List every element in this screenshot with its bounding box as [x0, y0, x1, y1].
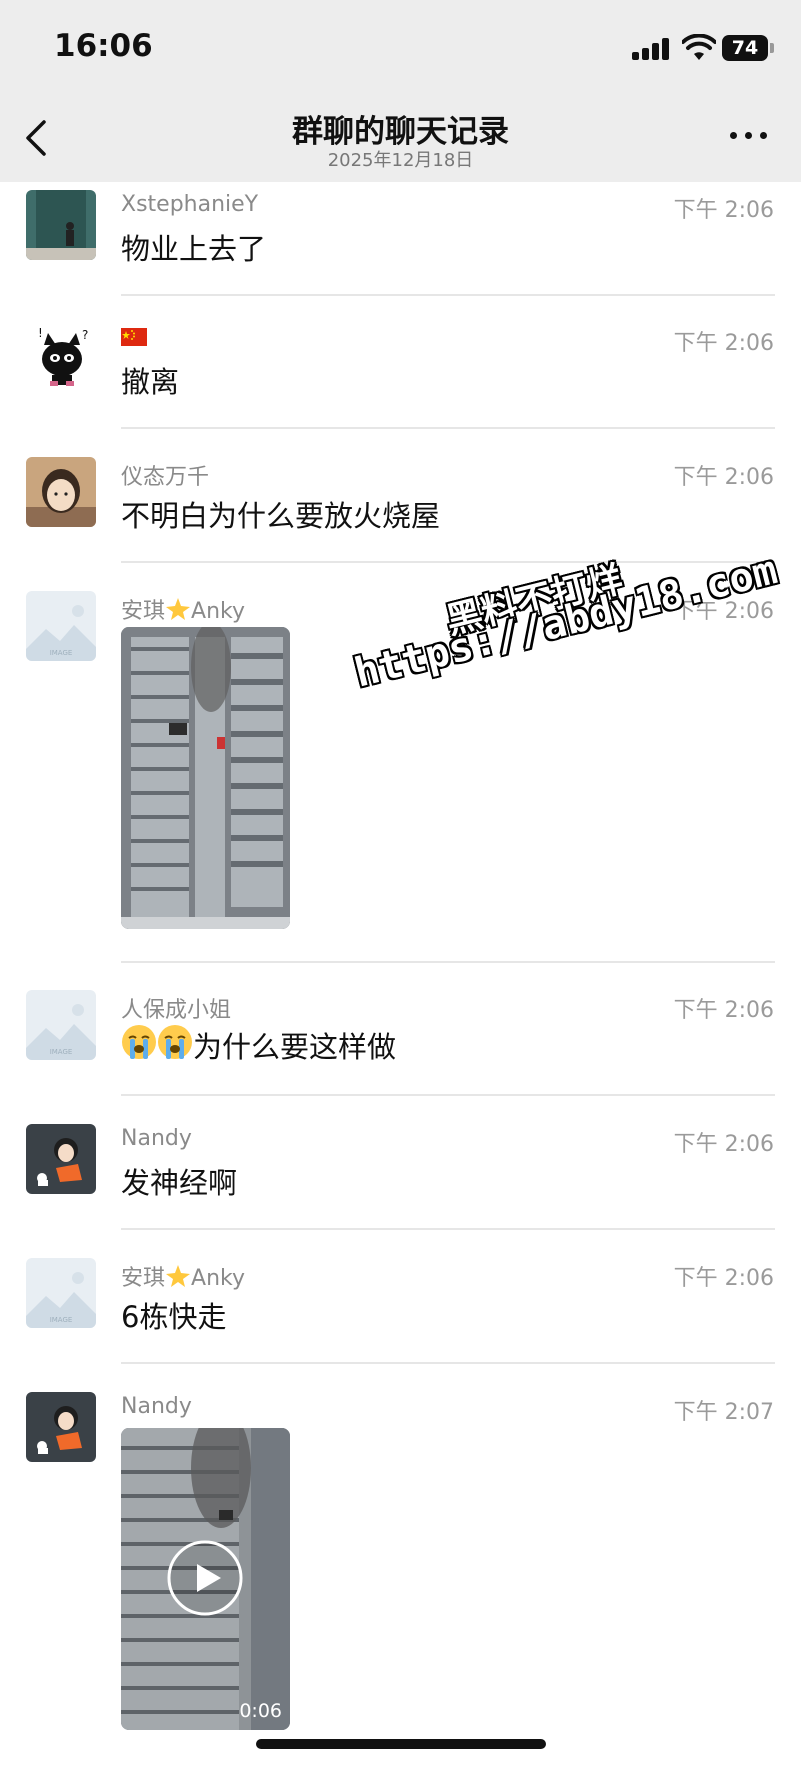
status-time: 16:06: [54, 28, 153, 64]
avatar[interactable]: [26, 190, 96, 260]
message-item[interactable]: 仪态万千 下午 2:06 不明白为什么要放火烧屋: [0, 457, 801, 563]
message-sender: 仪态万千: [121, 465, 210, 490]
sender-name: 安琪: [121, 599, 166, 624]
battery-tip: [770, 43, 774, 53]
message-text[interactable]: 撤离: [121, 359, 179, 401]
message-text[interactable]: 物业上去了: [121, 226, 266, 268]
svg-text:!: !: [38, 326, 43, 340]
building-fire-photo[interactable]: [121, 627, 290, 929]
message-time: 下午 2:06: [673, 465, 774, 490]
more-options-icon[interactable]: [728, 126, 770, 146]
message-time: 下午 2:06: [673, 1266, 774, 1291]
battery-indicator: 74: [722, 35, 768, 61]
divider: [121, 1228, 775, 1230]
message-text-row[interactable]: 为什么要这样做: [121, 1024, 396, 1066]
message-item[interactable]: XstephanieY 下午 2:06 物业上去了: [0, 190, 801, 296]
wifi-icon: [682, 34, 716, 60]
home-indicator[interactable]: [256, 1739, 546, 1749]
divider: [121, 1362, 775, 1364]
placeholder-avatar[interactable]: IMAGE: [26, 591, 96, 661]
divider: [121, 561, 775, 563]
message-time: 下午 2:06: [673, 331, 774, 356]
china-flag-icon: [121, 328, 147, 346]
message-sender: 安琪 Anky: [121, 1260, 245, 1292]
divider: [121, 294, 775, 296]
message-time: 下午 2:07: [673, 1400, 774, 1425]
avatar[interactable]: [26, 1124, 96, 1194]
message-time: 下午 2:06: [673, 1132, 774, 1157]
page-subtitle-date: 2025年12月18日: [327, 150, 474, 171]
message-text[interactable]: 6栋快走: [121, 1294, 226, 1336]
svg-text:IMAGE: IMAGE: [50, 1048, 73, 1056]
message-sender: 安琪 Anky: [121, 593, 245, 625]
divider: [121, 1094, 775, 1096]
sender-name-suffix: Anky: [191, 599, 245, 624]
message-item[interactable]: IMAGE 人保成小姐 下午 2:06 为什么要这样做: [0, 990, 801, 1096]
divider: [121, 427, 775, 429]
message-item[interactable]: Nandy 下午 2:07 0:06: [0, 1392, 801, 1732]
placeholder-avatar[interactable]: IMAGE: [26, 1258, 96, 1328]
avatar[interactable]: ! ?: [26, 323, 96, 393]
video-thumbnail[interactable]: 0:06: [121, 1428, 290, 1730]
message-item[interactable]: IMAGE 安琪 Anky 下午 2:06 6栋快走: [0, 1258, 801, 1364]
page-title: 群聊的聊天记录: [292, 114, 509, 150]
message-text[interactable]: 发神经啊: [121, 1160, 237, 1202]
play-icon[interactable]: [166, 1539, 244, 1617]
message-time: 下午 2:06: [673, 198, 774, 223]
message-sender: Nandy: [121, 1126, 192, 1151]
cellular-signal-icon: [632, 38, 672, 60]
message-sender: XstephanieY: [121, 192, 259, 217]
message-sender: Nandy: [121, 1394, 192, 1419]
message-text[interactable]: 不明白为什么要放火烧屋: [121, 493, 440, 535]
message-time: 下午 2:06: [673, 998, 774, 1023]
message-item[interactable]: Nandy 下午 2:06 发神经啊: [0, 1124, 801, 1230]
sender-name: 安琪: [121, 1266, 166, 1291]
svg-text:IMAGE: IMAGE: [50, 649, 73, 657]
sender-name-suffix: Anky: [191, 1266, 245, 1291]
message-sender: 人保成小姐: [121, 998, 232, 1023]
svg-text:?: ?: [82, 328, 88, 342]
svg-text:IMAGE: IMAGE: [50, 1316, 73, 1324]
divider: [121, 961, 775, 963]
video-duration: 0:06: [239, 1700, 282, 1722]
message-sender: 🇨🇳: [121, 325, 147, 350]
sparkle-star-icon: [166, 1265, 191, 1287]
message-text: 为什么要这样做: [193, 1030, 397, 1064]
loudly-crying-face-icon: [158, 1025, 192, 1059]
avatar[interactable]: [26, 1392, 96, 1462]
top-bar: 16:06 74 群聊的聊天记录 2025年12月18日: [0, 0, 801, 182]
sparkle-star-icon: [166, 598, 191, 620]
placeholder-avatar[interactable]: IMAGE: [26, 990, 96, 1060]
message-item[interactable]: ! ? 🇨🇳 下午 2:06 撤离: [0, 323, 801, 429]
loudly-crying-face-icon: [122, 1025, 156, 1059]
avatar[interactable]: [26, 457, 96, 527]
